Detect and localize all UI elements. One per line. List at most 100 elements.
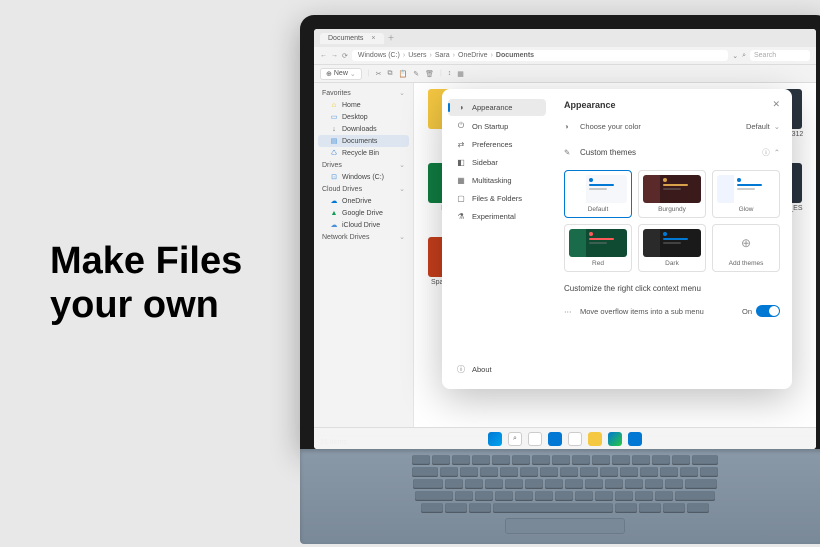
theme-card[interactable]: Dark (638, 224, 706, 272)
sidebar-item-documents[interactable]: ▤ Documents (318, 135, 409, 147)
sidebar-item-downloads[interactable]: ↓Downloads (314, 123, 413, 135)
explorer-icon[interactable] (588, 432, 602, 446)
chevron-up-icon[interactable]: ⌃ (774, 148, 780, 157)
info-icon[interactable]: ⓘ (762, 147, 770, 158)
chevron-down-icon[interactable]: ⌄ (732, 52, 738, 60)
nav-files-folders[interactable]: ▢Files & Folders (448, 190, 546, 207)
crumb[interactable]: Sara (435, 52, 450, 59)
brush-icon: ✎ (564, 148, 574, 157)
nav-appearance[interactable]: ◑Appearance (448, 99, 546, 116)
theme-card[interactable]: Burgundy (638, 170, 706, 218)
theme-name: Dark (665, 260, 679, 267)
plus-icon: ⊕ (326, 70, 332, 78)
refresh-icon[interactable]: ⟳ (342, 52, 348, 60)
crumb[interactable]: Windows (C:) (358, 52, 400, 59)
theme-card[interactable]: Red (564, 224, 632, 272)
overflow-row: ⋯ Move overflow items into a sub menu On (564, 301, 780, 321)
nav-preferences[interactable]: ⇄Preferences (448, 136, 546, 153)
crumb[interactable]: Users (408, 52, 426, 59)
rename-icon[interactable]: ✎ (413, 70, 419, 78)
sidebar-item-label: Documents (342, 138, 377, 145)
sidebar-item-desktop[interactable]: ▭ Desktop (314, 111, 413, 123)
nav-label: Sidebar (472, 158, 498, 167)
theme-card[interactable]: Glow (712, 170, 780, 218)
nav-sidebar[interactable]: ◧Sidebar (448, 154, 546, 171)
chat-icon[interactable] (568, 432, 582, 446)
crumb[interactable]: OneDrive (458, 52, 488, 59)
sidebar-item-home[interactable]: ⌂Home (314, 99, 413, 111)
color-row[interactable]: ◑ Choose your color Default ⌄ (564, 118, 780, 135)
crumb[interactable]: Documents (496, 52, 534, 59)
close-icon[interactable]: ✕ (772, 99, 780, 110)
info-icon: ⓘ (456, 364, 466, 375)
chevron-down-icon: ⌄ (399, 185, 405, 193)
search-icon[interactable]: ⌕ (508, 432, 522, 446)
paste-icon[interactable]: 📋 (398, 70, 407, 78)
sidebar-section-network[interactable]: Network Drives ⌄ (314, 231, 413, 243)
start-icon[interactable] (488, 432, 502, 446)
documents-icon: ▤ (330, 137, 338, 145)
folder-icon: ▢ (456, 194, 466, 203)
nav-startup[interactable]: ⏻On Startup (448, 117, 546, 135)
theme-preview (717, 175, 775, 203)
forward-icon[interactable]: → (331, 52, 338, 59)
sidebar-item-windows-c[interactable]: ⊡Windows (C:) (314, 171, 413, 183)
search-icon: ⌕ (742, 52, 746, 60)
files-app-icon[interactable] (548, 432, 562, 446)
palette-icon: ◑ (456, 103, 466, 112)
icloud-icon: ☁ (330, 221, 338, 229)
sort-icon[interactable]: ↕ (448, 70, 452, 77)
delete-icon[interactable]: 🗑 (425, 70, 434, 78)
sidebar-item-onedrive[interactable]: ☁OneDrive (314, 195, 413, 207)
store-icon[interactable] (628, 432, 642, 446)
context-menu-label: Customize the right click context menu (564, 284, 780, 293)
sidebar-item-recycle[interactable]: ♺Recycle Bin (314, 147, 413, 159)
settings-nav: ◑Appearance ⏻On Startup ⇄Preferences ◧Si… (442, 89, 552, 389)
sidebar-section-drives[interactable]: Drives ⌄ (314, 159, 413, 171)
grid-icon: ▦ (456, 176, 466, 185)
chevron-right-icon: › (491, 52, 493, 59)
theme-name: Add themes (729, 260, 764, 267)
address-bar-row: ← → ⟳ Windows (C:) › Users › Sara › OneD… (314, 47, 816, 65)
tab-title: Documents (328, 35, 363, 42)
nav-about[interactable]: ⓘ About (448, 360, 546, 379)
favorites-label: Favorites (322, 90, 351, 97)
sidebar-item-label: Desktop (342, 114, 368, 121)
hero-tagline: Make Files your own (50, 240, 242, 327)
theme-card[interactable]: Default (564, 170, 632, 218)
new-tab-button[interactable]: ＋ (388, 33, 395, 43)
window-tab[interactable]: Documents × (320, 33, 384, 44)
nav-multitasking[interactable]: ▦Multitasking (448, 172, 546, 189)
sidebar-item-icloud[interactable]: ☁iCloud Drive (314, 219, 413, 231)
sidebar-item-gdrive[interactable]: ▲Google Drive (314, 207, 413, 219)
copy-icon[interactable]: ⧉ (387, 70, 392, 78)
breadcrumb[interactable]: Windows (C:) › Users › Sara › OneDrive ›… (352, 50, 728, 61)
laptop-keyboard (300, 449, 820, 544)
search-input[interactable]: Search (750, 50, 810, 61)
nav-label: About (472, 365, 492, 374)
sidebar-section-cloud[interactable]: Cloud Drives ⌄ (314, 183, 413, 195)
nav-experimental[interactable]: ⚗Experimental (448, 208, 546, 225)
sliders-icon: ⇄ (456, 140, 466, 149)
chevron-down-icon[interactable]: ⌄ (774, 122, 780, 131)
sidebar: Favorites ⌄ ⌂Home ▭ Desktop ↓Downloads ▤ D… (314, 83, 414, 435)
chevron-right-icon: › (453, 52, 455, 59)
desktop-icon: ▭ (330, 113, 338, 121)
sidebar-item-label: Recycle Bin (342, 150, 379, 157)
add-theme-button[interactable]: ⊕Add themes (712, 224, 780, 272)
taskview-icon[interactable] (528, 432, 542, 446)
new-button[interactable]: ⊕ New ⌄ (320, 68, 362, 80)
panel-title: Appearance (564, 100, 616, 110)
themes-header-row[interactable]: ✎ Custom themes ⓘ ⌃ (564, 143, 780, 162)
overflow-toggle[interactable] (756, 305, 780, 317)
sidebar-item-label: Home (342, 102, 361, 109)
sidebar-section-favorites[interactable]: Favorites ⌄ (314, 87, 413, 99)
back-icon[interactable]: ← (320, 52, 327, 59)
cut-icon[interactable]: ✂ (376, 70, 382, 78)
edge-icon[interactable] (608, 432, 622, 446)
close-tab-icon[interactable]: × (371, 35, 375, 42)
onedrive-icon: ☁ (330, 197, 338, 205)
nav-label: Experimental (472, 212, 516, 221)
downloads-icon: ↓ (330, 125, 338, 133)
view-icon[interactable]: ▦ (457, 70, 464, 78)
